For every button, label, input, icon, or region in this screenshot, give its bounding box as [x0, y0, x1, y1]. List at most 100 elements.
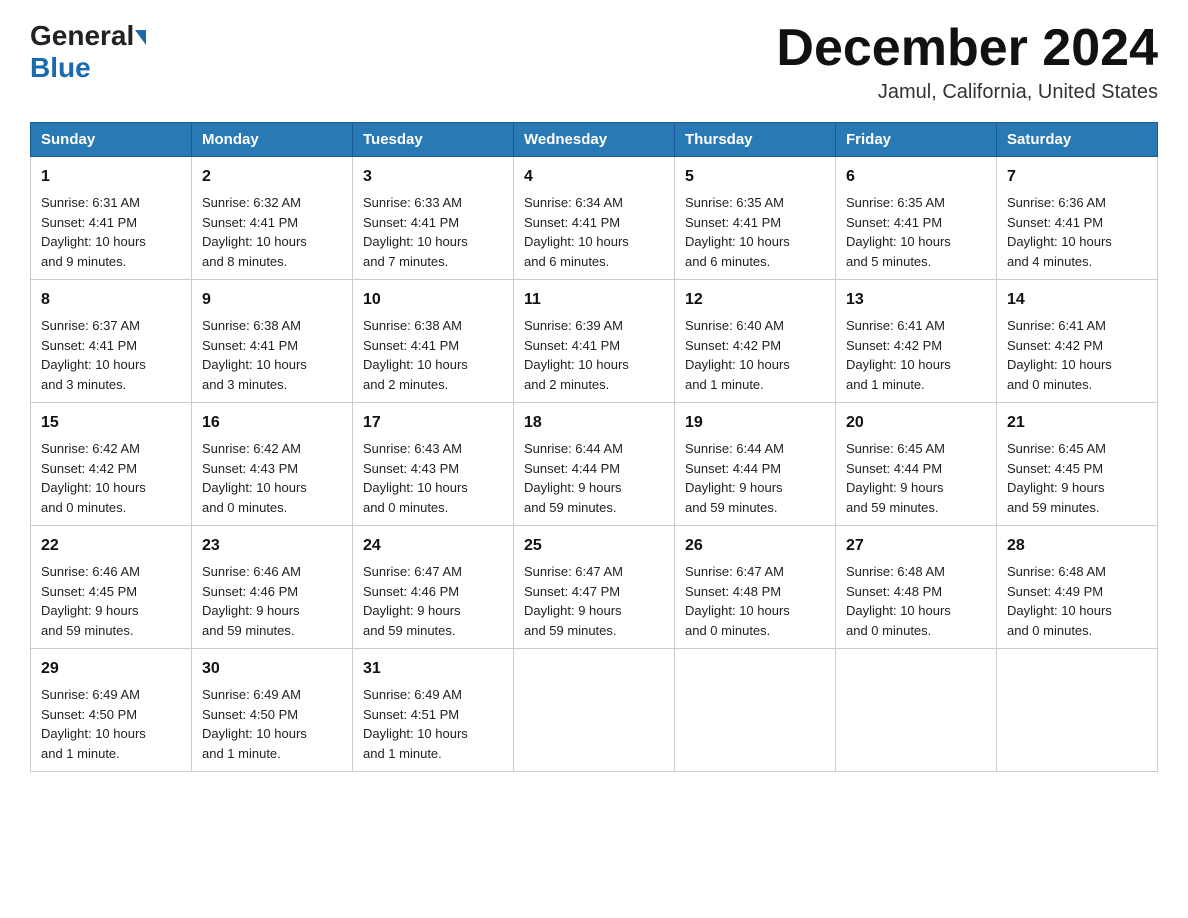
day-info: Sunrise: 6:42 AM Sunset: 4:42 PM Dayligh…	[41, 439, 181, 517]
calendar-cell: 21Sunrise: 6:45 AM Sunset: 4:45 PM Dayli…	[997, 403, 1158, 526]
day-info: Sunrise: 6:41 AM Sunset: 4:42 PM Dayligh…	[846, 316, 986, 394]
logo-triangle-icon	[135, 30, 146, 45]
day-header-monday: Monday	[192, 123, 353, 157]
day-number: 26	[685, 534, 825, 558]
day-info: Sunrise: 6:49 AM Sunset: 4:50 PM Dayligh…	[41, 685, 181, 763]
day-header-friday: Friday	[836, 123, 997, 157]
logo-general: General	[30, 20, 134, 52]
page-header: General Blue December 2024 Jamul, Califo…	[30, 20, 1158, 104]
week-row-3: 15 Sunrise: 6:42 AM Sunset: 4:42 PM Dayli…	[31, 403, 1158, 526]
day-info: Sunrise: 6:39 AM Sunset: 4:41 PM Dayligh…	[524, 316, 664, 394]
week-row-1: 1 Sunrise: 6:31 AM Sunset: 4:41 PM Daylig…	[31, 157, 1158, 280]
calendar-cell: 28 Sunrise: 6:48 AM Sunset: 4:49 PM Dayli…	[997, 526, 1158, 649]
day-info: Sunrise: 6:44 AM Sunset: 4:44 PM Dayligh…	[685, 439, 825, 517]
day-number: 9	[202, 288, 342, 312]
day-number: 22	[41, 534, 181, 558]
calendar-cell: 27Sunrise: 6:48 AM Sunset: 4:48 PM Dayli…	[836, 526, 997, 649]
logo: General Blue	[30, 20, 146, 84]
calendar-cell	[675, 649, 836, 772]
calendar-cell: 9 Sunrise: 6:38 AM Sunset: 4:41 PM Daylig…	[192, 280, 353, 403]
calendar-cell: 29Sunrise: 6:49 AM Sunset: 4:50 PM Dayli…	[31, 649, 192, 772]
calendar-cell: 2 Sunrise: 6:32 AM Sunset: 4:41 PM Daylig…	[192, 157, 353, 280]
day-info: Sunrise: 6:31 AM Sunset: 4:41 PM Dayligh…	[41, 193, 181, 271]
day-number: 17	[363, 411, 503, 435]
day-info: Sunrise: 6:48 AM Sunset: 4:49 PM Dayligh…	[1007, 562, 1147, 640]
day-number: 11	[524, 288, 664, 312]
day-info: Sunrise: 6:35 AM Sunset: 4:41 PM Dayligh…	[846, 193, 986, 271]
calendar-cell: 24 Sunrise: 6:47 AM Sunset: 4:46 PM Dayli…	[353, 526, 514, 649]
day-number: 30	[202, 657, 342, 681]
day-number: 10	[363, 288, 503, 312]
day-info: Sunrise: 6:42 AM Sunset: 4:43 PM Dayligh…	[202, 439, 342, 517]
day-info: Sunrise: 6:47 AM Sunset: 4:47 PM Dayligh…	[524, 562, 664, 640]
day-number: 6	[846, 165, 986, 189]
day-info: Sunrise: 6:37 AM Sunset: 4:41 PM Dayligh…	[41, 316, 181, 394]
calendar-cell: 18 Sunrise: 6:44 AM Sunset: 4:44 PM Dayli…	[514, 403, 675, 526]
week-row-2: 8 Sunrise: 6:37 AM Sunset: 4:41 PM Daylig…	[31, 280, 1158, 403]
day-info: Sunrise: 6:46 AM Sunset: 4:45 PM Dayligh…	[41, 562, 181, 640]
day-header-saturday: Saturday	[997, 123, 1158, 157]
day-info: Sunrise: 6:45 AM Sunset: 4:44 PM Dayligh…	[846, 439, 986, 517]
day-info: Sunrise: 6:43 AM Sunset: 4:43 PM Dayligh…	[363, 439, 503, 517]
day-number: 8	[41, 288, 181, 312]
calendar-cell: 16 Sunrise: 6:42 AM Sunset: 4:43 PM Dayli…	[192, 403, 353, 526]
day-info: Sunrise: 6:38 AM Sunset: 4:41 PM Dayligh…	[202, 316, 342, 394]
day-info: Sunrise: 6:44 AM Sunset: 4:44 PM Dayligh…	[524, 439, 664, 517]
day-info: Sunrise: 6:32 AM Sunset: 4:41 PM Dayligh…	[202, 193, 342, 271]
day-info: Sunrise: 6:49 AM Sunset: 4:51 PM Dayligh…	[363, 685, 503, 763]
day-number: 2	[202, 165, 342, 189]
day-header-tuesday: Tuesday	[353, 123, 514, 157]
calendar-cell: 4Sunrise: 6:34 AM Sunset: 4:41 PM Daylig…	[514, 157, 675, 280]
day-header-wednesday: Wednesday	[514, 123, 675, 157]
calendar-cell: 5Sunrise: 6:35 AM Sunset: 4:41 PM Daylig…	[675, 157, 836, 280]
day-number: 1	[41, 165, 181, 189]
day-number: 21	[1007, 411, 1147, 435]
day-number: 20	[846, 411, 986, 435]
calendar-cell: 25 Sunrise: 6:47 AM Sunset: 4:47 PM Dayli…	[514, 526, 675, 649]
title-block: December 2024 Jamul, California, United …	[776, 20, 1158, 104]
calendar-cell	[514, 649, 675, 772]
location: Jamul, California, United States	[776, 81, 1158, 104]
day-number: 31	[363, 657, 503, 681]
day-header-sunday: Sunday	[31, 123, 192, 157]
calendar-cell: 10 Sunrise: 6:38 AM Sunset: 4:41 PM Dayli…	[353, 280, 514, 403]
day-number: 7	[1007, 165, 1147, 189]
day-info: Sunrise: 6:35 AM Sunset: 4:41 PM Dayligh…	[685, 193, 825, 271]
day-number: 24	[363, 534, 503, 558]
day-number: 14	[1007, 288, 1147, 312]
day-info: Sunrise: 6:33 AM Sunset: 4:41 PM Dayligh…	[363, 193, 503, 271]
calendar-cell: 31 Sunrise: 6:49 AM Sunset: 4:51 PM Dayli…	[353, 649, 514, 772]
day-info: Sunrise: 6:38 AM Sunset: 4:41 PM Dayligh…	[363, 316, 503, 394]
day-info: Sunrise: 6:47 AM Sunset: 4:46 PM Dayligh…	[363, 562, 503, 640]
week-row-4: 22 Sunrise: 6:46 AM Sunset: 4:45 PM Dayli…	[31, 526, 1158, 649]
day-info: Sunrise: 6:36 AM Sunset: 4:41 PM Dayligh…	[1007, 193, 1147, 271]
calendar-cell: 3Sunrise: 6:33 AM Sunset: 4:41 PM Daylig…	[353, 157, 514, 280]
day-number: 19	[685, 411, 825, 435]
day-number: 16	[202, 411, 342, 435]
day-number: 13	[846, 288, 986, 312]
calendar-cell: 6 Sunrise: 6:35 AM Sunset: 4:41 PM Daylig…	[836, 157, 997, 280]
day-number: 12	[685, 288, 825, 312]
day-number: 18	[524, 411, 664, 435]
day-number: 28	[1007, 534, 1147, 558]
calendar-cell: 15 Sunrise: 6:42 AM Sunset: 4:42 PM Dayli…	[31, 403, 192, 526]
calendar-cell: 1 Sunrise: 6:31 AM Sunset: 4:41 PM Daylig…	[31, 157, 192, 280]
calendar-cell: 7 Sunrise: 6:36 AM Sunset: 4:41 PM Daylig…	[997, 157, 1158, 280]
calendar-cell: 22 Sunrise: 6:46 AM Sunset: 4:45 PM Dayli…	[31, 526, 192, 649]
day-header-thursday: Thursday	[675, 123, 836, 157]
calendar-cell: 17 Sunrise: 6:43 AM Sunset: 4:43 PM Dayli…	[353, 403, 514, 526]
day-info: Sunrise: 6:46 AM Sunset: 4:46 PM Dayligh…	[202, 562, 342, 640]
calendar-cell: 20 Sunrise: 6:45 AM Sunset: 4:44 PM Dayli…	[836, 403, 997, 526]
calendar-cell: 12Sunrise: 6:40 AM Sunset: 4:42 PM Dayli…	[675, 280, 836, 403]
day-info: Sunrise: 6:49 AM Sunset: 4:50 PM Dayligh…	[202, 685, 342, 763]
calendar-cell: 19 Sunrise: 6:44 AM Sunset: 4:44 PM Dayli…	[675, 403, 836, 526]
day-number: 15	[41, 411, 181, 435]
calendar-cell: 14Sunrise: 6:41 AM Sunset: 4:42 PM Dayli…	[997, 280, 1158, 403]
day-info: Sunrise: 6:47 AM Sunset: 4:48 PM Dayligh…	[685, 562, 825, 640]
logo-blue: Blue	[30, 52, 91, 83]
week-row-5: 29Sunrise: 6:49 AM Sunset: 4:50 PM Dayli…	[31, 649, 1158, 772]
calendar-cell	[836, 649, 997, 772]
calendar-cell: 13 Sunrise: 6:41 AM Sunset: 4:42 PM Dayli…	[836, 280, 997, 403]
day-number: 25	[524, 534, 664, 558]
day-number: 4	[524, 165, 664, 189]
